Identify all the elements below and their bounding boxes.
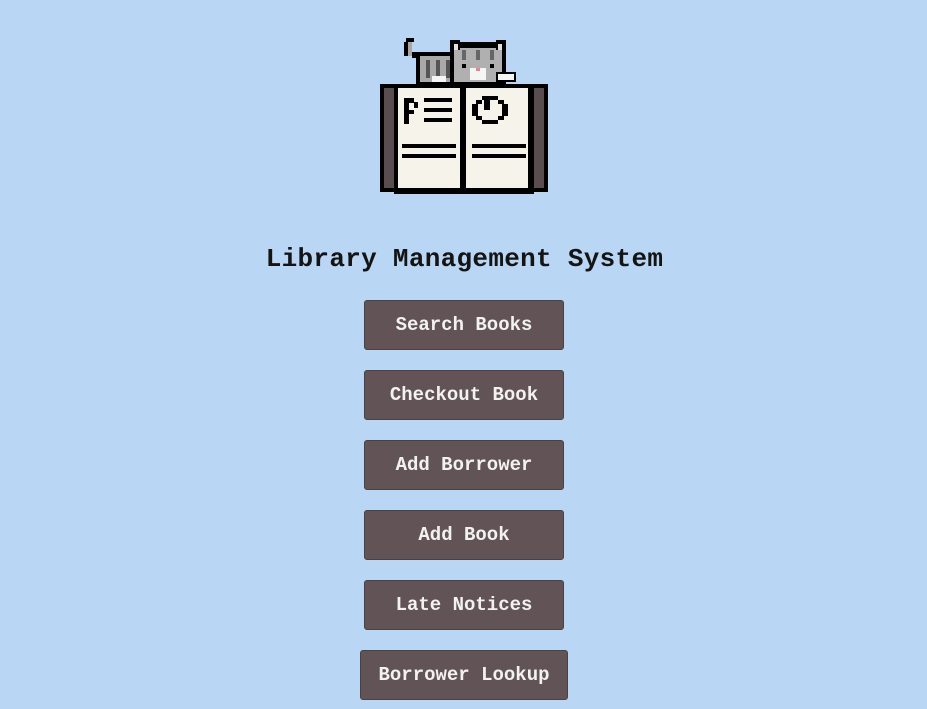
add-borrower-button[interactable]: Add Borrower [364,440,564,490]
cat-on-book-logo-icon [380,38,548,194]
borrower-lookup-button[interactable]: Borrower Lookup [360,650,568,700]
search-books-button[interactable]: Search Books [364,300,564,350]
late-notices-button[interactable]: Late Notices [364,580,564,630]
add-book-button[interactable]: Add Book [364,510,564,560]
page-title: Library Management System [265,244,664,274]
checkout-book-button[interactable]: Checkout Book [364,370,564,420]
